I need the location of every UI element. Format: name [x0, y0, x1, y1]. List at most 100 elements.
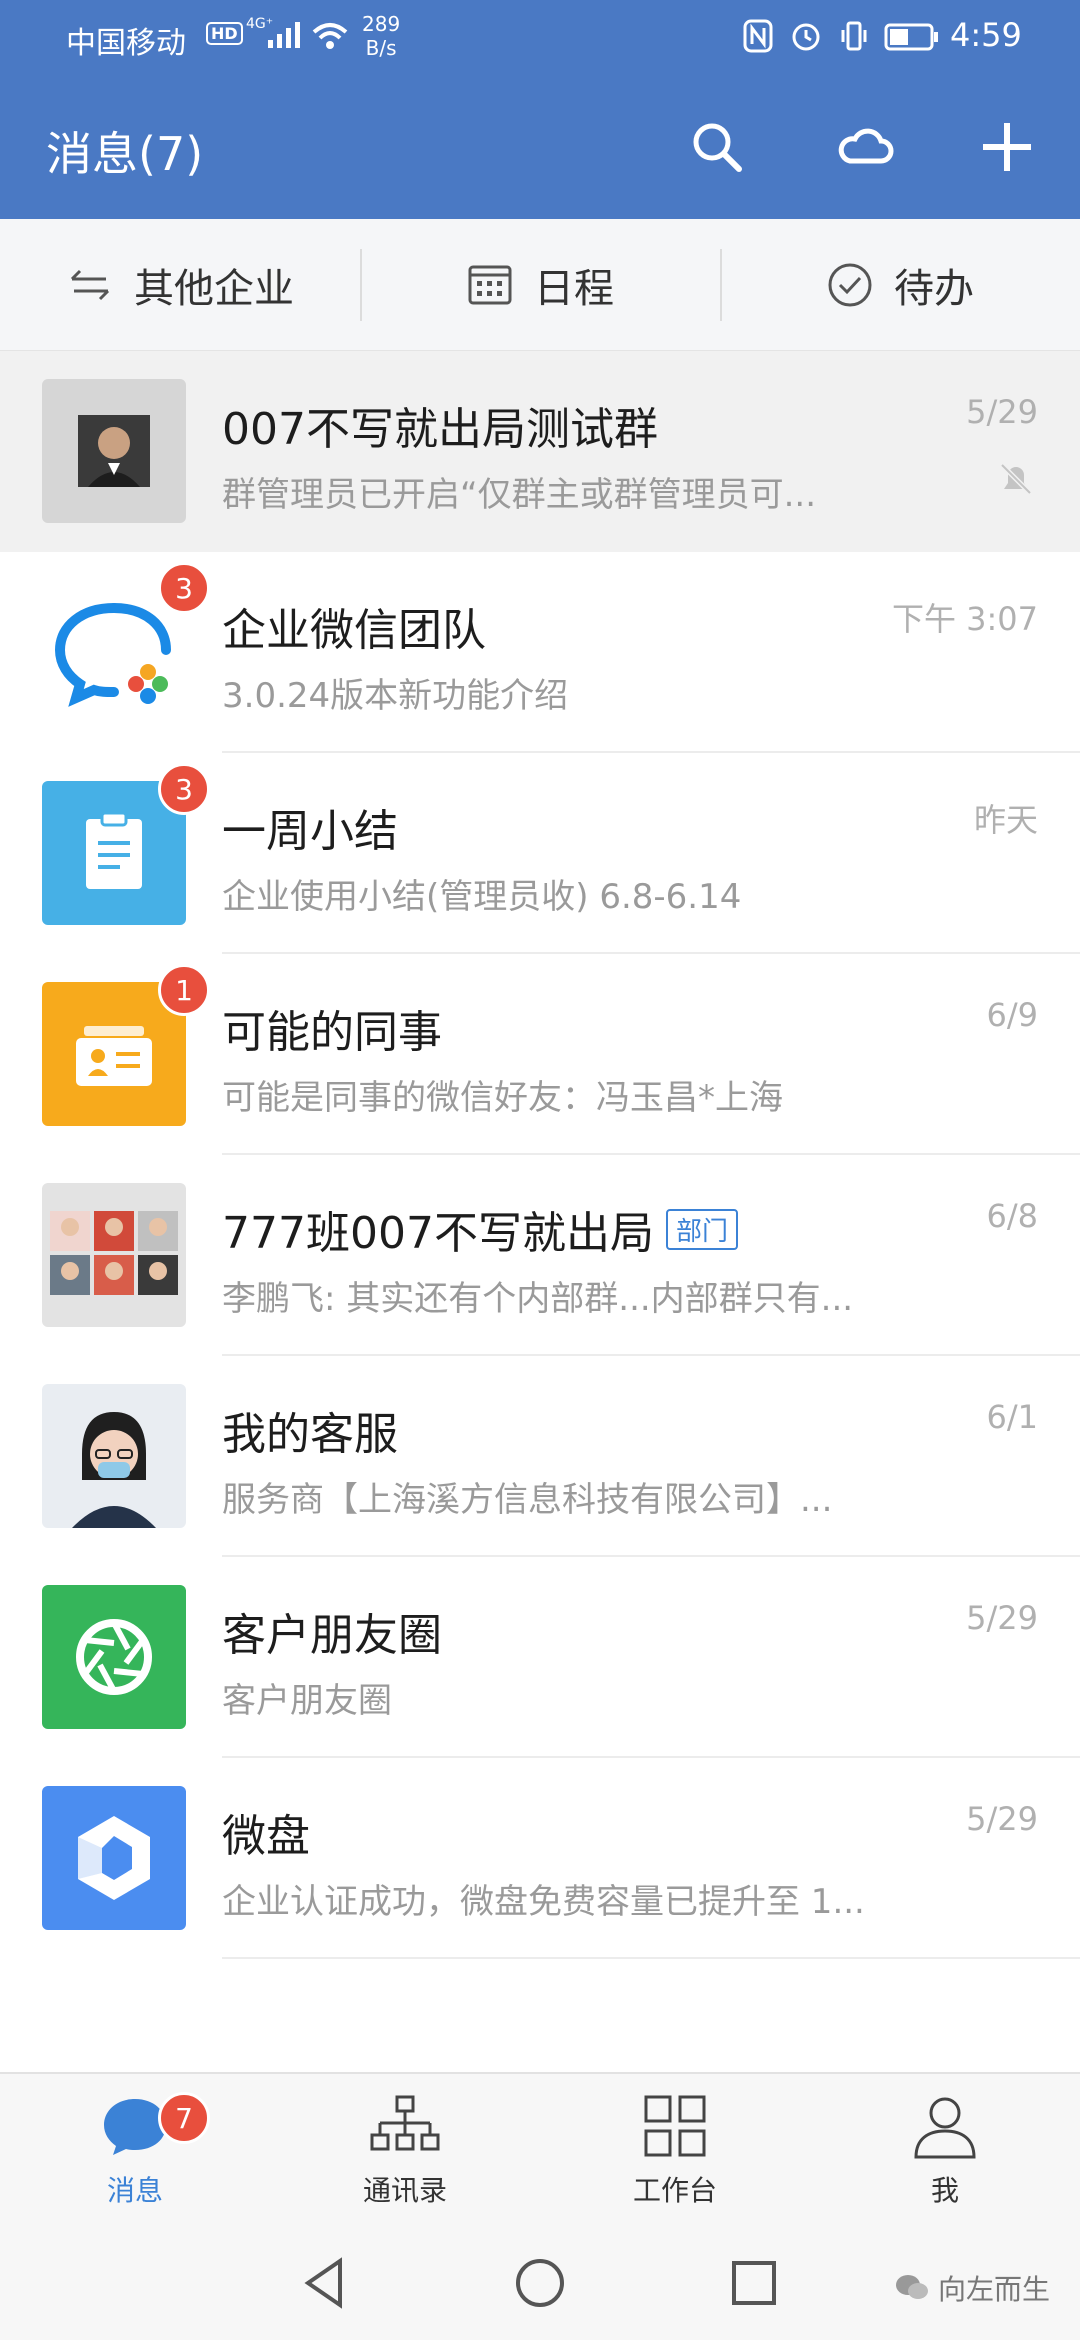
- chat-preview: 企业认证成功，微盘免费容量已提升至 1...: [222, 1882, 865, 1922]
- net-speed-unit: B/s: [365, 36, 397, 60]
- chat-time: 5/29: [966, 393, 1038, 431]
- chat-preview: 可能是同事的微信好友：冯玉昌*上海: [222, 1078, 783, 1118]
- chat-title: 企业微信团队: [222, 594, 486, 658]
- mute-icon: [1000, 463, 1032, 495]
- unread-badge: 3: [158, 763, 210, 815]
- watermark-text: 向左而生: [937, 2273, 1050, 2306]
- chat-title: 我的客服: [222, 1398, 398, 1462]
- chat-title-text: 我的客服: [222, 1409, 398, 1460]
- tab-me[interactable]: 我: [810, 2074, 1080, 2224]
- org-chart-icon: [370, 2095, 440, 2151]
- tab-label: 通讯录: [362, 2174, 447, 2207]
- quick-label: 日程: [534, 265, 614, 312]
- aperture-icon: [76, 1619, 152, 1695]
- back-icon[interactable]: [294, 2251, 358, 2315]
- watermark: 向左而生: [894, 2268, 1050, 2308]
- avatar: [42, 1183, 186, 1327]
- clock: 4:59: [950, 16, 1022, 54]
- chat-time: 6/8: [986, 1197, 1039, 1235]
- tab-bar: 消息 7 通讯录 工作台 我: [0, 2074, 1080, 2224]
- tab-label: 消息: [106, 2174, 163, 2207]
- quick-label: 待办: [894, 265, 974, 312]
- chat-title: 777班007不写就出局 部门: [222, 1197, 738, 1261]
- chat-time: 5/29: [966, 1800, 1038, 1838]
- wechat-icon: [895, 2275, 928, 2299]
- unread-badge: 1: [158, 964, 210, 1016]
- chat-row[interactable]: 3 企业微信团队 3.0.24版本新功能介绍 下午 3:07: [0, 552, 1080, 753]
- quick-label: 其他企业: [134, 265, 294, 312]
- service-photo-icon: [72, 1412, 156, 1528]
- net-speed: 289 B/s: [362, 12, 400, 60]
- chat-title-text: 777班007不写就出局: [222, 1208, 654, 1259]
- hd-indicator: HD: [206, 22, 243, 45]
- plus-icon: [983, 123, 1031, 171]
- chat-time: 昨天: [973, 801, 1038, 839]
- search-icon: [693, 123, 742, 172]
- cloud-button[interactable]: [830, 112, 900, 182]
- switch-icon: [70, 269, 110, 300]
- chat-title-text: 007不写就出局测试群: [222, 404, 658, 455]
- battery-icon: [884, 23, 938, 51]
- group-collage-icon: [50, 1211, 178, 1295]
- chat-time: 5/29: [966, 1599, 1038, 1637]
- chat-title-text: 微盘: [222, 1811, 310, 1862]
- page-title: 消息(7): [46, 127, 204, 181]
- add-button[interactable]: [972, 112, 1042, 182]
- chat-title: 微盘: [222, 1800, 310, 1864]
- avatar: [42, 1786, 186, 1930]
- chat-preview: 企业使用小结(管理员收) 6.8-6.14: [222, 877, 742, 917]
- quick-access-bar: 其他企业 日程 待办: [0, 219, 1080, 351]
- nfc-icon: [743, 19, 773, 53]
- chat-time: 6/9: [986, 996, 1039, 1034]
- tab-label: 我: [930, 2174, 959, 2207]
- tab-workbench[interactable]: 工作台: [540, 2074, 810, 2224]
- person-icon: [914, 2097, 976, 2159]
- home-icon[interactable]: [508, 2251, 572, 2315]
- weipan-icon: [78, 1816, 150, 1900]
- top-bar: 中国移动 HD 4G⁺ 289 B/s 4:59 消息(7): [0, 0, 1080, 219]
- check-circle-icon: [828, 263, 872, 306]
- chat-time: 下午 3:07: [891, 600, 1038, 638]
- status-bar: 中国移动 HD 4G⁺ 289 B/s 4:59: [0, 0, 1080, 78]
- chat-title: 可能的同事: [222, 996, 442, 1060]
- chat-row[interactable]: 777班007不写就出局 部门 李鹏飞: 其实还有个内部群...内部群只有...…: [0, 1155, 1080, 1356]
- chat-title: 007不写就出局测试群: [222, 393, 658, 457]
- chat-row[interactable]: 客户朋友圈 客户朋友圈 5/29: [0, 1557, 1080, 1758]
- tab-label: 工作台: [632, 2174, 717, 2207]
- status-icons: [742, 18, 870, 54]
- todo-button[interactable]: 待办: [720, 219, 1080, 350]
- tab-contacts[interactable]: 通讯录: [270, 2074, 540, 2224]
- chat-row[interactable]: 007不写就出局测试群 群管理员已开启“仅群主或群管理员可... 5/29: [0, 351, 1080, 552]
- chat-title-text: 企业微信团队: [222, 605, 486, 656]
- wifi-icon: [312, 23, 348, 49]
- net-speed-value: 289: [362, 12, 401, 36]
- person-photo-icon: [78, 415, 150, 487]
- calendar-icon: [468, 265, 512, 304]
- chat-row[interactable]: 3 一周小结 企业使用小结(管理员收) 6.8-6.14 昨天: [0, 753, 1080, 954]
- schedule-button[interactable]: 日程: [360, 219, 720, 350]
- cloud-icon: [838, 128, 894, 164]
- chat-row[interactable]: 1 可能的同事 可能是同事的微信好友：冯玉昌*上海 6/9: [0, 954, 1080, 1155]
- chat-title-text: 可能的同事: [222, 1007, 442, 1058]
- chat-preview: 群管理员已开启“仅群主或群管理员可...: [222, 475, 817, 515]
- avatar: [42, 1384, 186, 1528]
- grid-icon: [644, 2095, 706, 2157]
- chat-preview: 3.0.24版本新功能介绍: [222, 676, 569, 716]
- chat-row[interactable]: 我的客服 服务商【上海溪方信息科技有限公司】... 6/1: [0, 1356, 1080, 1557]
- unread-badge: 3: [158, 562, 210, 614]
- chat-row[interactable]: 微盘 企业认证成功，微盘免费容量已提升至 1... 5/29: [0, 1758, 1080, 1959]
- signal-icon: [268, 22, 300, 48]
- avatar: [42, 379, 186, 523]
- chat-title-text: 客户朋友圈: [222, 1610, 442, 1661]
- search-button[interactable]: [682, 112, 752, 182]
- department-tag: 部门: [665, 1208, 738, 1250]
- tab-messages[interactable]: 消息 7: [0, 2074, 270, 2224]
- chat-title: 一周小结: [222, 795, 398, 859]
- other-enterprises-button[interactable]: 其他企业: [0, 219, 360, 350]
- alarm-icon: [792, 23, 820, 51]
- unread-badge: 7: [158, 2092, 210, 2144]
- recents-icon[interactable]: [722, 2251, 786, 2315]
- chat-preview: 李鹏飞: 其实还有个内部群...内部群只有...: [222, 1279, 854, 1319]
- avatar: [42, 1585, 186, 1729]
- chat-preview: 客户朋友圈: [222, 1681, 392, 1721]
